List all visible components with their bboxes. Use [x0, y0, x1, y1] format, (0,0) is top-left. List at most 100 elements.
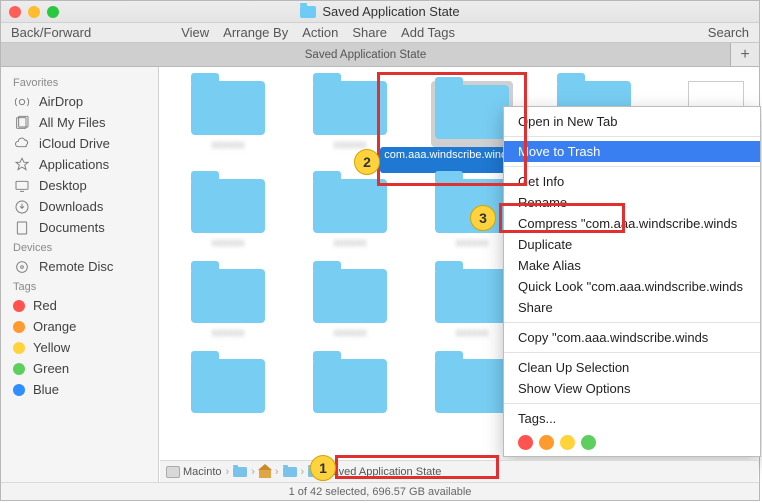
context-menu-duplicate[interactable]: Duplicate — [504, 234, 760, 255]
folder-icon — [283, 467, 297, 477]
context-menu-separator — [504, 322, 760, 323]
sidebar-item-label: Documents — [39, 220, 105, 235]
item-label: xxxxxx — [212, 327, 245, 353]
tag-dot-icon — [13, 321, 25, 333]
airdrop-icon — [13, 95, 31, 109]
context-menu-tag-colors — [504, 429, 760, 452]
context-menu-clean-up-selection[interactable]: Clean Up Selection — [504, 357, 760, 378]
list-item[interactable]: xxxxxx — [173, 179, 283, 263]
chevron-right-icon: › — [251, 466, 255, 478]
path-segment[interactable] — [283, 467, 297, 477]
context-menu-make-alias[interactable]: Make Alias — [504, 255, 760, 276]
all-my-files-icon — [13, 116, 31, 130]
view-menu[interactable]: View — [181, 25, 209, 40]
chevron-right-icon: › — [275, 466, 279, 478]
status-bar: 1 of 42 selected, 696.57 GB available — [1, 482, 759, 500]
sidebar-item-remote-disc[interactable]: Remote Disc — [1, 256, 158, 277]
list-item[interactable]: xxxxxx — [173, 269, 283, 353]
context-menu-copy[interactable]: Copy "com.aaa.windscribe.winds — [504, 327, 760, 348]
context-menu-separator — [504, 136, 760, 137]
folder-icon — [313, 81, 387, 135]
titlebar: Saved Application State — [1, 1, 759, 23]
tab-saved-application-state[interactable]: Saved Application State — [1, 43, 731, 66]
folder-icon — [313, 359, 387, 413]
context-menu-share[interactable]: Share — [504, 297, 760, 318]
context-menu-move-to-trash[interactable]: Move to Trash — [504, 141, 760, 162]
documents-icon — [13, 221, 31, 235]
arrange-by-menu[interactable]: Arrange By — [223, 25, 288, 40]
icloud-icon — [13, 137, 31, 151]
item-label: xxxxxx — [334, 237, 367, 263]
traffic-lights — [9, 6, 59, 18]
action-menu[interactable]: Action — [302, 25, 338, 40]
sidebar-item-downloads[interactable]: Downloads — [1, 196, 158, 217]
context-menu-open-in-new-tab[interactable]: Open in New Tab — [504, 111, 760, 132]
sidebar-tag-blue[interactable]: Blue — [1, 379, 158, 400]
sidebar-tag-yellow[interactable]: Yellow — [1, 337, 158, 358]
path-segment-saved-application-state[interactable]: Saved Application State — [308, 466, 441, 478]
path-segment[interactable] — [233, 467, 247, 477]
sidebar-item-label: AirDrop — [39, 94, 83, 109]
folder-icon — [308, 467, 322, 477]
close-icon[interactable] — [9, 6, 21, 18]
sidebar-header-favorites: Favorites — [1, 73, 158, 91]
sidebar-item-desktop[interactable]: Desktop — [1, 175, 158, 196]
sidebar-item-documents[interactable]: Documents — [1, 217, 158, 238]
list-item[interactable]: xxxxxx — [295, 179, 405, 263]
context-menu-separator — [504, 352, 760, 353]
tag-color-red[interactable] — [518, 435, 533, 450]
status-text: 1 of 42 selected, 696.57 GB available — [289, 486, 472, 498]
finder-window: Saved Application State Back/Forward Vie… — [0, 0, 760, 501]
sidebar-item-label: Red — [33, 298, 57, 313]
tag-color-yellow[interactable] — [560, 435, 575, 450]
list-item[interactable]: xxxxxx — [295, 269, 405, 353]
sidebar-item-airdrop[interactable]: AirDrop — [1, 91, 158, 112]
search-button[interactable]: Search — [708, 25, 749, 40]
sidebar-header-tags: Tags — [1, 277, 158, 295]
context-menu-rename[interactable]: Rename — [504, 192, 760, 213]
folder-icon — [191, 359, 265, 413]
context-menu-tags[interactable]: Tags... — [504, 408, 760, 429]
item-label: xxxxxx — [212, 139, 245, 165]
folder-icon — [191, 81, 265, 135]
sidebar-tag-red[interactable]: Red — [1, 295, 158, 316]
desktop-icon — [13, 179, 31, 193]
context-menu-quick-look[interactable]: Quick Look "com.aaa.windscribe.winds — [504, 276, 760, 297]
sidebar-item-all-my-files[interactable]: All My Files — [1, 112, 158, 133]
sidebar-tag-green[interactable]: Green — [1, 358, 158, 379]
maximize-icon[interactable] — [47, 6, 59, 18]
tag-dot-icon — [13, 300, 25, 312]
hd-icon — [166, 466, 180, 478]
sidebar-item-label: Blue — [33, 382, 59, 397]
folder-icon — [435, 85, 509, 139]
folder-icon — [435, 269, 509, 323]
downloads-icon — [13, 200, 31, 214]
path-segment-macintosh[interactable]: Macinto — [166, 466, 222, 478]
context-menu-show-view-options[interactable]: Show View Options — [504, 378, 760, 399]
minimize-icon[interactable] — [28, 6, 40, 18]
share-menu[interactable]: Share — [352, 25, 387, 40]
back-forward-button[interactable]: Back/Forward — [11, 25, 91, 40]
sidebar-item-applications[interactable]: Applications — [1, 154, 158, 175]
list-item[interactable] — [295, 359, 405, 417]
list-item[interactable] — [173, 359, 283, 417]
home-icon — [259, 466, 271, 478]
sidebar-tag-orange[interactable]: Orange — [1, 316, 158, 337]
item-label: xxxxxx — [456, 237, 489, 263]
context-menu-compress[interactable]: Compress "com.aaa.windscribe.winds — [504, 213, 760, 234]
sidebar: Favorites AirDrop All My Files iCloud Dr… — [1, 67, 159, 482]
list-item[interactable]: xxxxxx — [173, 81, 283, 173]
path-segment-home[interactable] — [259, 466, 271, 478]
tag-dot-icon — [13, 342, 25, 354]
folder-icon — [435, 179, 509, 233]
window-title: Saved Application State — [1, 4, 759, 19]
tag-color-orange[interactable] — [539, 435, 554, 450]
item-label: xxxxxx — [212, 237, 245, 263]
context-menu-get-info[interactable]: Get Info — [504, 171, 760, 192]
add-tags-menu[interactable]: Add Tags — [401, 25, 455, 40]
new-tab-button[interactable]: + — [731, 43, 759, 66]
folder-icon — [191, 269, 265, 323]
tag-color-green[interactable] — [581, 435, 596, 450]
sidebar-item-icloud-drive[interactable]: iCloud Drive — [1, 133, 158, 154]
sidebar-item-label: Downloads — [39, 199, 103, 214]
